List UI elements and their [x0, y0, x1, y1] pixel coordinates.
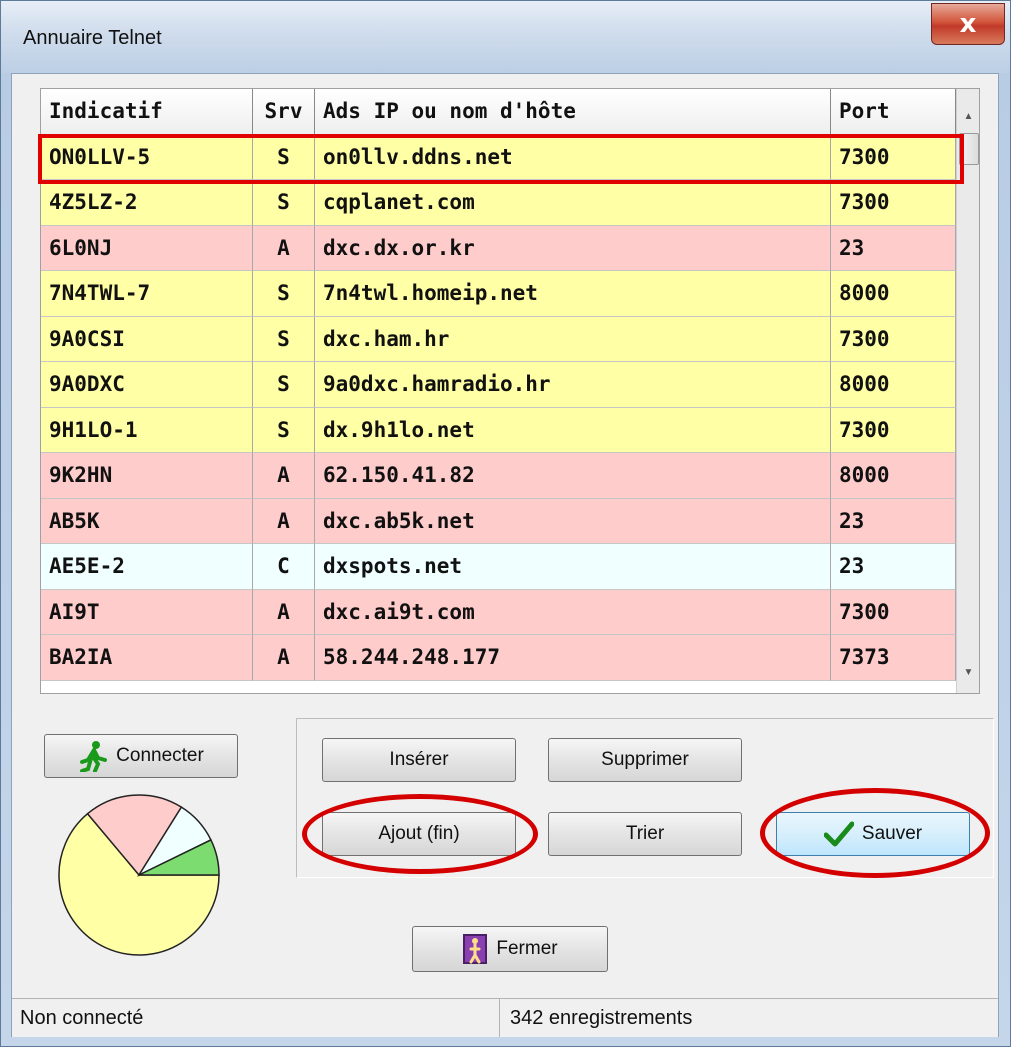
cell-port[interactable]: 23 — [831, 544, 956, 590]
cell-host[interactable]: dxc.ab5k.net — [315, 498, 831, 544]
scroll-thumb[interactable] — [959, 133, 979, 165]
cell-srv[interactable]: A — [253, 635, 315, 681]
running-man-icon — [80, 741, 108, 772]
telnet-directory-grid[interactable]: Indicatif Srv Ads IP ou nom d'hôte Port … — [40, 88, 980, 694]
table-row[interactable]: AB5K Adxc.ab5k.net 23 — [41, 498, 956, 544]
delete-button-label: Supprimer — [601, 749, 689, 770]
cell-callsign[interactable]: 9A0DXC — [41, 362, 253, 408]
cell-port[interactable]: 8000 — [831, 271, 956, 317]
title-bar: Annuaire Telnet x — [1, 1, 1010, 73]
cell-srv[interactable]: A — [253, 453, 315, 499]
cell-callsign[interactable]: AI9T — [41, 589, 253, 635]
cell-srv[interactable]: A — [253, 589, 315, 635]
close-window-button[interactable]: x — [931, 3, 1005, 45]
dialog-window: Annuaire Telnet x Indicatif Srv Ads IP o… — [0, 0, 1011, 1047]
cell-srv[interactable]: S — [253, 180, 315, 226]
sort-button[interactable]: Trier — [548, 812, 742, 856]
close-icon: x — [959, 9, 977, 39]
save-button-label: Sauver — [861, 823, 923, 844]
close-button-label: Fermer — [496, 938, 558, 959]
column-header-host[interactable]: Ads IP ou nom d'hôte — [315, 89, 831, 135]
window-title: Annuaire Telnet — [23, 27, 162, 49]
cell-srv[interactable]: A — [253, 498, 315, 544]
cell-srv[interactable]: S — [253, 316, 315, 362]
dialog-client-area: Indicatif Srv Ads IP ou nom d'hôte Port … — [11, 73, 999, 1037]
sort-button-label: Trier — [625, 823, 665, 844]
cell-port[interactable]: 8000 — [831, 362, 956, 408]
cell-host[interactable]: on0llv.ddns.net — [315, 134, 831, 180]
cell-host[interactable]: 9a0dxc.hamradio.hr — [315, 362, 831, 408]
grid-body: Indicatif Srv Ads IP ou nom d'hôte Port … — [41, 89, 956, 681]
table-row[interactable]: 9A0DXC S 9a0dxc.hamradio.hr 8000 — [41, 362, 956, 408]
cell-srv[interactable]: A — [253, 225, 315, 271]
cell-port[interactable]: 23 — [831, 225, 956, 271]
cell-port[interactable]: 7300 — [831, 589, 956, 635]
table-row[interactable]: 9K2HN A 62.150.41.82 8000 — [41, 453, 956, 499]
cell-host[interactable]: dxc.ai9t.com — [315, 589, 831, 635]
cell-callsign[interactable]: 9A0CSI — [41, 316, 253, 362]
connect-button-label: Connecter — [116, 745, 204, 766]
cell-host[interactable]: dxc.ham.hr — [315, 316, 831, 362]
record-type-pie-chart — [58, 794, 220, 956]
column-header-srv[interactable]: Srv — [253, 89, 315, 135]
table-row[interactable]: 9H1LO-1 Sdx.9h1lo.net 7300 — [41, 407, 956, 453]
connect-button[interactable]: Connecter — [44, 734, 238, 778]
cell-callsign[interactable]: AB5K — [41, 498, 253, 544]
cell-host[interactable]: cqplanet.com — [315, 180, 831, 226]
cell-callsign[interactable]: 6L0NJ — [41, 225, 253, 271]
cell-callsign[interactable]: 4Z5LZ-2 — [41, 180, 253, 226]
cell-host[interactable]: 62.150.41.82 — [315, 453, 831, 499]
cell-srv[interactable]: C — [253, 544, 315, 590]
cell-host[interactable]: 7n4twl.homeip.net — [315, 271, 831, 317]
table-row[interactable]: 6L0NJ Adxc.dx.or.kr 23 — [41, 225, 956, 271]
status-bar: Non connecté 342 enregistrements — [12, 998, 998, 1037]
table-row[interactable]: AI9T Adxc.ai9t.com 7300 — [41, 589, 956, 635]
cell-callsign[interactable]: AE5E-2 — [41, 544, 253, 590]
cell-host[interactable]: dxc.dx.or.kr — [315, 225, 831, 271]
record-count: 342 enregistrements — [510, 1006, 693, 1029]
cell-callsign[interactable]: BA2IA — [41, 635, 253, 681]
delete-button[interactable]: Supprimer — [548, 738, 742, 782]
column-header-port[interactable]: Port — [831, 89, 956, 135]
table-row[interactable]: AE5E-2 Cdxspots.net 23 — [41, 544, 956, 590]
table-row[interactable]: 7N4TWL-7 S 7n4twl.homeip.net 8000 — [41, 271, 956, 317]
cell-callsign[interactable]: 9H1LO-1 — [41, 407, 253, 453]
table-row[interactable]: 9A0CSI Sdxc.ham.hr 7300 — [41, 316, 956, 362]
cell-port[interactable]: 7300 — [831, 180, 956, 226]
append-button-label: Ajout (fin) — [378, 823, 460, 844]
cell-srv[interactable]: S — [253, 407, 315, 453]
column-header-callsign[interactable]: Indicatif — [41, 89, 253, 135]
cell-host[interactable]: dxspots.net — [315, 544, 831, 590]
cell-port[interactable]: 8000 — [831, 453, 956, 499]
save-button[interactable]: Sauver — [776, 812, 970, 856]
checkmark-icon — [823, 821, 854, 847]
table-row[interactable]: 4Z5LZ-2 Scqplanet.com 7300 — [41, 180, 956, 226]
cell-port[interactable]: 7300 — [831, 407, 956, 453]
vertical-scrollbar[interactable]: ▲ ▼ — [956, 89, 979, 693]
close-button[interactable]: Fermer — [412, 926, 608, 972]
cell-srv[interactable]: S — [253, 134, 315, 180]
cell-srv[interactable]: S — [253, 362, 315, 408]
grid-header-row: Indicatif Srv Ads IP ou nom d'hôte Port — [41, 89, 956, 135]
table-row[interactable]: BA2IA A 58.244.248.177 7373 — [41, 635, 956, 681]
insert-button[interactable]: Insérer — [322, 738, 516, 782]
insert-button-label: Insérer — [389, 749, 449, 770]
cell-port[interactable]: 23 — [831, 498, 956, 544]
cell-port[interactable]: 7373 — [831, 635, 956, 681]
cell-port[interactable]: 7300 — [831, 134, 956, 180]
cell-port[interactable]: 7300 — [831, 316, 956, 362]
cell-callsign[interactable]: 7N4TWL-7 — [41, 271, 253, 317]
append-button[interactable]: Ajout (fin) — [322, 812, 516, 856]
door-exit-icon — [463, 934, 488, 964]
table-row[interactable]: ON0LLV-5 Son0llv.ddns.net 7300 — [41, 134, 956, 180]
cell-callsign[interactable]: ON0LLV-5 — [41, 134, 253, 180]
cell-host[interactable]: 58.244.248.177 — [315, 635, 831, 681]
scroll-up-arrow-icon[interactable]: ▲ — [957, 105, 979, 127]
cell-callsign[interactable]: 9K2HN — [41, 453, 253, 499]
cell-host[interactable]: dx.9h1lo.net — [315, 407, 831, 453]
cell-srv[interactable]: S — [253, 271, 315, 317]
scroll-down-arrow-icon[interactable]: ▼ — [957, 661, 979, 683]
connection-status: Non connecté — [12, 999, 500, 1037]
